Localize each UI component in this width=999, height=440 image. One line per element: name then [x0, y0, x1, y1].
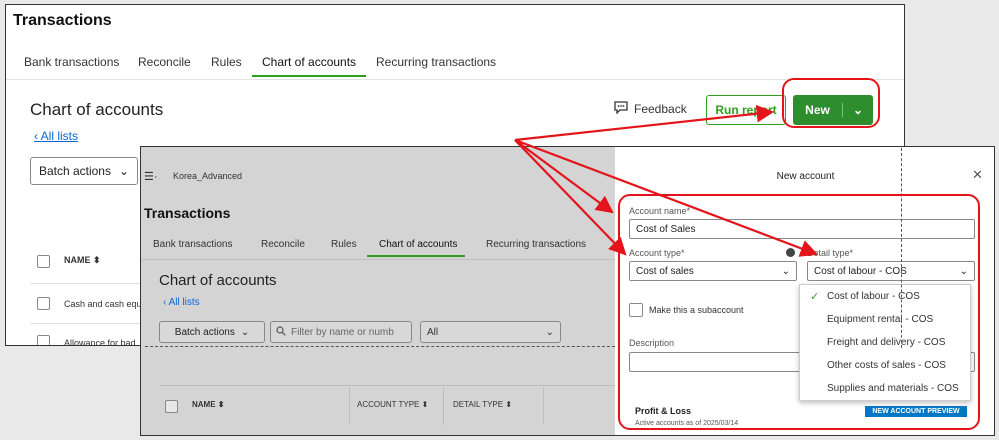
chevron-down-icon: ⌄ — [240, 326, 250, 338]
tab-reconcile[interactable]: Reconcile — [138, 55, 191, 69]
tab-chart-of-accounts[interactable]: Chart of accounts — [379, 239, 457, 250]
table-row[interactable]: Cash and cash equ — [64, 299, 142, 309]
run-report-button[interactable]: Run report — [706, 95, 786, 125]
all-lists-label: All lists — [40, 129, 79, 143]
batch-actions-label: Batch actions — [174, 326, 235, 338]
column-header-name[interactable]: NAME ⬍ — [64, 255, 101, 266]
batch-actions-dropdown[interactable]: Batch actions ⌄ — [159, 321, 265, 343]
chevron-down-icon: ⌄ — [545, 326, 554, 338]
column-header-name-label: NAME — [192, 400, 216, 409]
batch-actions-label: Batch actions — [38, 164, 111, 178]
company-name: Korea_Advanced — [173, 171, 243, 181]
tab-bank-transactions[interactable]: Bank transactions — [153, 239, 233, 250]
type-filter-select[interactable]: All ⌄ — [420, 321, 561, 343]
select-all-checkbox[interactable] — [165, 400, 178, 413]
menu-icon[interactable]: ☰· — [144, 170, 158, 183]
feedback-label: Feedback — [634, 102, 687, 116]
column-divider — [543, 387, 544, 425]
feedback-icon — [614, 101, 628, 117]
chevron-down-icon: ⌄ — [118, 164, 130, 178]
tab-recurring-transactions[interactable]: Recurring transactions — [486, 239, 586, 250]
tab-recurring-transactions[interactable]: Recurring transactions — [376, 55, 496, 69]
tab-chart-of-accounts[interactable]: Chart of accounts — [262, 55, 356, 69]
active-tab-indicator — [367, 255, 465, 257]
close-icon[interactable]: ✕ — [972, 167, 983, 183]
row-checkbox[interactable] — [37, 297, 50, 310]
panel-title: New account — [776, 171, 835, 182]
row-checkbox[interactable] — [37, 335, 50, 345]
tab-rules[interactable]: Rules — [331, 239, 357, 250]
row-divider — [30, 323, 150, 324]
row-divider — [30, 283, 150, 284]
search-icon — [276, 325, 286, 339]
column-header-account-type-label: ACCOUNT TYPE — [357, 400, 420, 409]
page-title: Transactions — [144, 205, 231, 221]
column-header-name[interactable]: NAME ⬍ — [192, 400, 225, 409]
highlight-new-button — [782, 78, 880, 128]
active-tab-indicator — [252, 75, 366, 77]
tab-rules[interactable]: Rules — [211, 55, 242, 69]
section-heading: Chart of accounts — [30, 100, 164, 119]
section-heading: Chart of accounts — [159, 272, 277, 289]
dimmed-page-overlay: ☰· Korea_Advanced Transactions Bank tran… — [141, 147, 615, 435]
all-lists-link[interactable]: ‹ All lists — [163, 297, 200, 308]
type-filter-value: All — [427, 326, 439, 338]
guide-dashed-line — [145, 346, 615, 347]
tab-reconcile[interactable]: Reconcile — [261, 239, 305, 250]
highlight-account-form — [618, 194, 980, 430]
column-header-account-type[interactable]: ACCOUNT TYPE ⬍ — [357, 400, 428, 409]
page-title: Transactions — [13, 12, 112, 29]
column-header-name-label: NAME — [64, 255, 91, 265]
batch-actions-dropdown[interactable]: Batch actions ⌄ — [30, 157, 138, 185]
tab-divider — [141, 259, 615, 260]
select-all-checkbox[interactable] — [37, 255, 50, 268]
table-header-divider — [159, 385, 615, 386]
filter-placeholder: Filter by name or numb — [291, 326, 394, 338]
column-header-detail-type[interactable]: DETAIL TYPE ⬍ — [453, 400, 512, 409]
feedback-button[interactable]: Feedback — [614, 101, 687, 117]
column-header-detail-type-label: DETAIL TYPE — [453, 400, 504, 409]
column-divider — [349, 387, 350, 425]
column-divider — [443, 387, 444, 425]
filter-input[interactable]: Filter by name or numb — [270, 321, 412, 343]
all-lists-label: All lists — [168, 297, 200, 308]
table-row[interactable]: Allowance for bad — [64, 338, 136, 345]
tab-bank-transactions[interactable]: Bank transactions — [24, 55, 119, 69]
all-lists-link[interactable]: ‹ All lists — [34, 129, 78, 143]
guide-dashed-line — [901, 148, 902, 348]
tab-divider — [6, 79, 904, 80]
